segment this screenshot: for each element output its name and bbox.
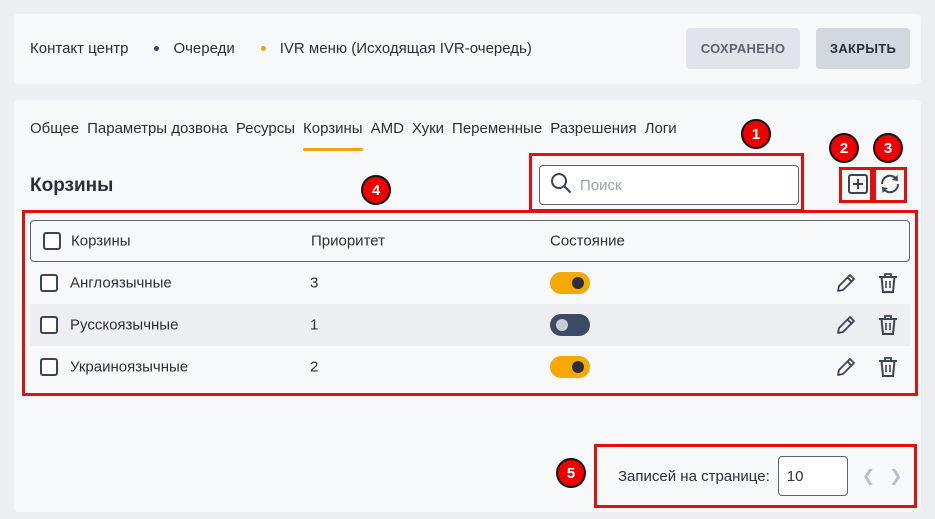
tab-resources[interactable]: Ресурсы (236, 120, 295, 151)
tab-hooks[interactable]: Хуки (412, 120, 444, 151)
breadcrumb: Контакт центр Очереди IVR меню (Исходяща… (30, 40, 532, 57)
section-title: Корзины (30, 175, 114, 196)
annotation-box-pagination (594, 444, 917, 508)
annotation-badge-3: 3 (873, 133, 903, 163)
breadcrumb-separator (154, 46, 160, 51)
annotation-badge-2: 2 (829, 133, 859, 163)
annotation-badge-1: 1 (741, 119, 771, 149)
tab-buckets[interactable]: Корзины (302, 120, 363, 151)
top-bar: Контакт центр Очереди IVR меню (Исходяща… (14, 14, 921, 84)
breadcrumb-queues[interactable]: Очереди (173, 40, 234, 57)
tab-dial-params[interactable]: Параметры дозвона (87, 120, 228, 151)
annotation-box-table (22, 210, 918, 396)
tab-amd[interactable]: AMD (371, 120, 404, 151)
tab-variables[interactable]: Переменные (452, 120, 542, 151)
annotation-box-refresh (873, 167, 907, 203)
tab-permissions[interactable]: Разрешения (550, 120, 636, 151)
breadcrumb-contact-center[interactable]: Контакт центр (30, 40, 128, 57)
annotation-badge-4: 4 (361, 175, 391, 205)
tab-general[interactable]: Общее (30, 120, 79, 151)
saved-button[interactable]: СОХРАНЕНО (686, 28, 800, 69)
tab-logs[interactable]: Логи (645, 120, 677, 151)
close-button[interactable]: ЗАКРЫТЬ (816, 28, 910, 69)
annotation-badge-5: 5 (556, 458, 586, 488)
breadcrumb-current: IVR меню (Исходящая IVR-очередь) (279, 40, 532, 57)
annotation-box-search (529, 153, 804, 212)
breadcrumb-separator-current (260, 46, 266, 51)
annotation-box-add (839, 167, 873, 203)
tab-bar: Общее Параметры дозвона Ресурсы Корзины … (30, 120, 685, 151)
